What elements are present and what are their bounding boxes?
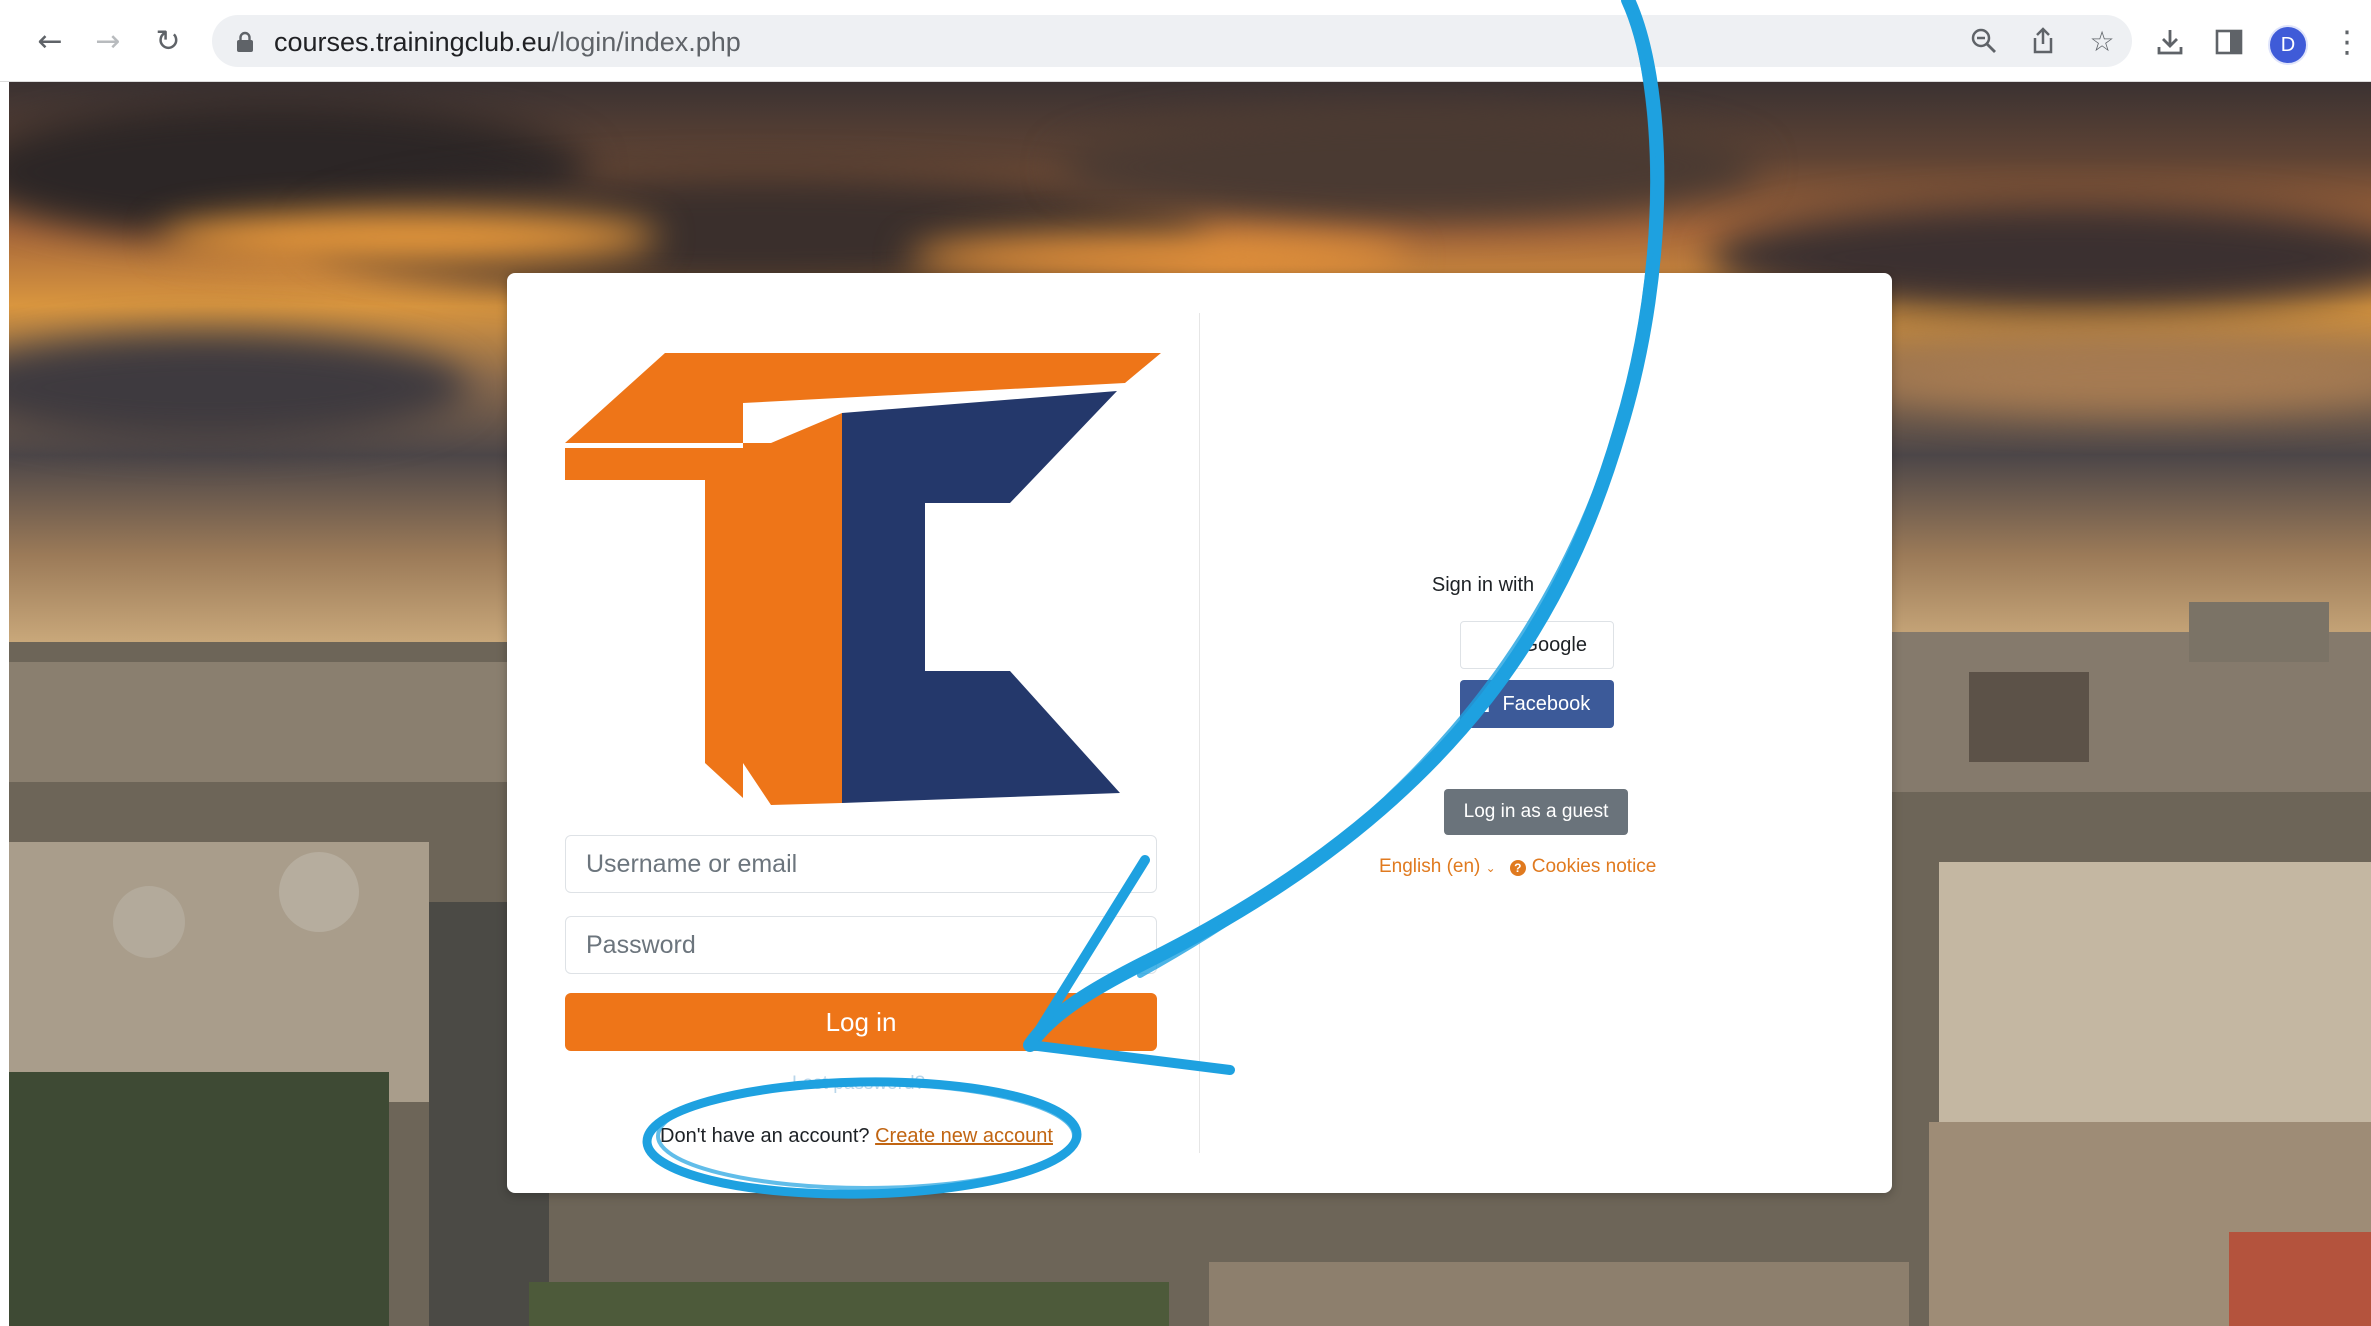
zoom-out-icon[interactable] [1966,23,2002,59]
footer-links: English (en) ⌄ ? Cookies notice [1379,856,1656,878]
facebook-label: Facebook [1502,692,1591,715]
browser-toolbar: ← → ↻ courses.trainingclub.eu/login/inde… [0,0,2371,82]
trainingclub-logo [565,353,1161,805]
guest-login-button[interactable]: Log in as a guest [1444,789,1628,835]
profile-initial: D [2280,33,2296,56]
login-button[interactable]: Log in [565,993,1157,1051]
chevron-down-icon: ⌄ [1485,861,1496,875]
lock-icon[interactable] [234,31,256,53]
card-divider [1199,313,1200,1153]
cloud-shape [1059,112,1759,222]
reload-icon[interactable]: ↻ [148,22,188,62]
url-path: /login/index.php [551,27,741,57]
url-text: courses.trainingclub.eu/login/index.php [274,27,741,58]
no-account-text: Don't have an account? [660,1125,870,1147]
cookies-notice-link[interactable]: ? Cookies notice [1509,856,1657,878]
cloud-shape [1859,342,2371,412]
forward-icon[interactable]: → [88,22,128,62]
url-domain: courses.trainingclub.eu [274,27,552,57]
lost-password-link[interactable]: Lost password? [792,1073,925,1095]
cloud-shape [159,212,659,262]
profile-avatar[interactable]: D [2268,25,2308,65]
cookies-label: Cookies notice [1531,856,1657,877]
question-circle-icon: ? [1509,860,1526,876]
language-selector[interactable]: English (en) ⌄ [1379,856,1496,878]
kebab-menu-icon[interactable]: ⋮ [2328,23,2366,61]
download-icon[interactable] [2151,23,2189,61]
username-input[interactable] [565,835,1157,893]
google-login-button[interactable]: Google [1460,621,1614,669]
sign-in-with-heading: Sign in with [1431,574,1535,596]
address-bar[interactable]: courses.trainingclub.eu/login/index.php … [212,15,2132,67]
back-icon[interactable]: ← [30,22,70,62]
logo-navy-shape [842,391,1120,803]
facebook-login-button[interactable]: f Facebook [1460,680,1614,728]
google-label: Google [1522,633,1588,656]
cloud-shape [9,332,469,442]
create-account-link[interactable]: Create new account [875,1125,1053,1147]
side-panel-icon[interactable] [2210,23,2248,61]
language-label: English (en) [1379,856,1481,877]
star-icon[interactable]: ☆ [2084,23,2120,59]
signup-prompt: Don't have an account? Create new accoun… [660,1125,1053,1148]
logo-orange-stem [771,413,842,805]
facebook-icon: f [1482,690,1493,718]
logo-orange-left [565,448,743,798]
login-card: Log in Lost password? Don't have an acco… [507,273,1892,1193]
password-input[interactable] [565,916,1157,974]
share-icon[interactable] [2025,23,2061,59]
